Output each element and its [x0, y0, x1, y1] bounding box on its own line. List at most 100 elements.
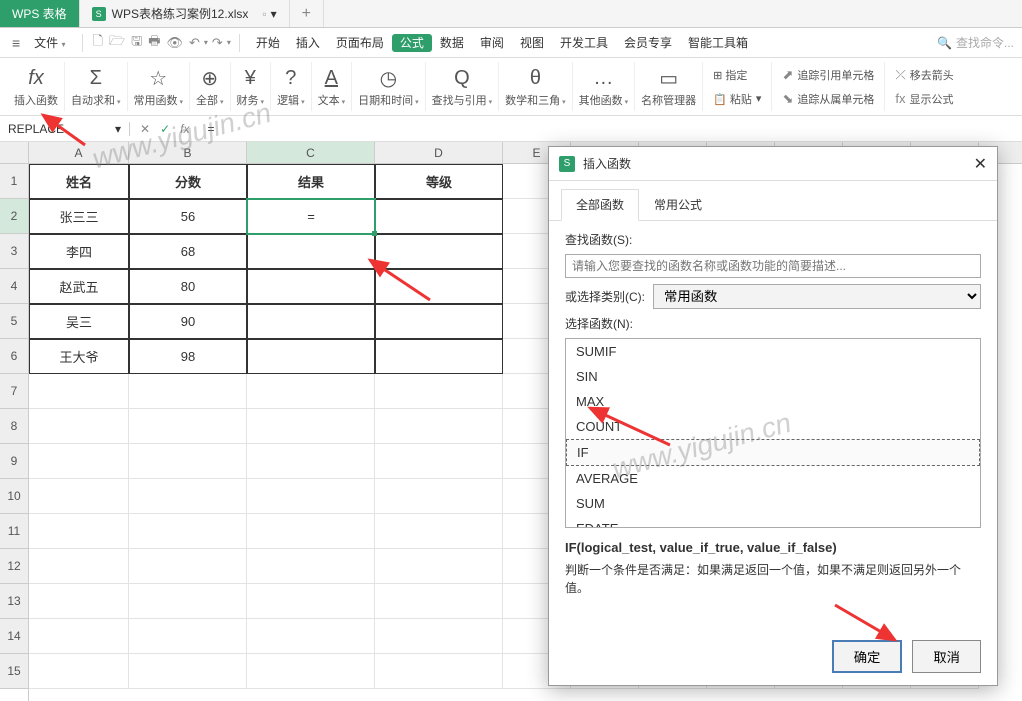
cell-B1[interactable]: 分数 [129, 164, 247, 199]
cell-C3[interactable] [247, 234, 375, 269]
cell-A7[interactable] [29, 374, 129, 409]
cell-D6[interactable] [375, 339, 503, 374]
cell-C6[interactable] [247, 339, 375, 374]
ribbon-assign[interactable]: ⊞ 指定 [709, 65, 765, 85]
menu-会员专享[interactable]: 会员专享 [616, 36, 680, 50]
function-item-SUMIF[interactable]: SUMIF [566, 339, 980, 364]
cell-C9[interactable] [247, 444, 375, 479]
function-item-MAX[interactable]: MAX [566, 389, 980, 414]
cell-D11[interactable] [375, 514, 503, 549]
row-header-12[interactable]: 12 [0, 549, 28, 584]
cell-B6[interactable]: 98 [129, 339, 247, 374]
ribbon-remove-arrows[interactable]: ⤫移去箭头 [891, 65, 957, 85]
ribbon-text[interactable]: A文本▾ [312, 62, 353, 111]
cell-B3[interactable]: 68 [129, 234, 247, 269]
cell-A13[interactable] [29, 584, 129, 619]
ribbon-trace-dependents[interactable]: ⬊追踪从属单元格 [778, 89, 878, 109]
undo-icon[interactable]: ↶ [187, 35, 202, 51]
ribbon-math[interactable]: θ数学和三角▾ [499, 62, 573, 111]
cell-D15[interactable] [375, 654, 503, 689]
save-icon[interactable]: 🖫 [129, 32, 144, 54]
cell-D10[interactable] [375, 479, 503, 514]
open-icon[interactable]: 🗁 [107, 32, 127, 54]
row-header-1[interactable]: 1 [0, 164, 28, 199]
menu-页面布局[interactable]: 页面布局 [328, 36, 392, 50]
chevron-down-icon[interactable]: ▾ [115, 122, 121, 136]
redo-icon[interactable]: ↷ [210, 35, 225, 51]
function-item-SIN[interactable]: SIN [566, 364, 980, 389]
cell-D13[interactable] [375, 584, 503, 619]
cell-C5[interactable] [247, 304, 375, 339]
cell-A14[interactable] [29, 619, 129, 654]
ribbon-all[interactable]: ⊕全部▾ [190, 62, 231, 111]
row-header-4[interactable]: 4 [0, 269, 28, 304]
function-item-EDATE[interactable]: EDATE [566, 516, 980, 528]
name-box[interactable]: REPLACE ▾ [0, 122, 130, 136]
tab-document[interactable]: S WPS表格练习案例12.xlsx ▫ ▾ [80, 0, 290, 27]
menu-开发工具[interactable]: 开发工具 [552, 36, 616, 50]
cell-D14[interactable] [375, 619, 503, 654]
dialog-tab-common[interactable]: 常用公式 [639, 189, 717, 220]
cell-D3[interactable] [375, 234, 503, 269]
col-header-C[interactable]: C [247, 142, 375, 163]
ribbon-common-fn[interactable]: ☆常用函数▾ [128, 62, 191, 111]
function-item-COUNT[interactable]: COUNT [566, 414, 980, 439]
cell-A4[interactable]: 赵武五 [29, 269, 129, 304]
cell-C14[interactable] [247, 619, 375, 654]
cell-C13[interactable] [247, 584, 375, 619]
function-list[interactable]: SUMIFSINMAXCOUNTIFAVERAGESUMEDATE [565, 338, 981, 528]
ribbon-autosum[interactable]: Σ自动求和▾ [65, 62, 128, 111]
print-icon[interactable]: 🖶 [146, 32, 162, 54]
cell-A15[interactable] [29, 654, 129, 689]
col-header-D[interactable]: D [375, 142, 503, 163]
cell-B13[interactable] [129, 584, 247, 619]
ribbon-name-manager[interactable]: ▭名称管理器 [635, 62, 703, 111]
cell-D2[interactable] [375, 199, 503, 234]
menu-开始[interactable]: 开始 [248, 36, 288, 50]
cancel-formula-icon[interactable]: ✕ [140, 122, 150, 136]
new-icon[interactable]: 🗋 [91, 32, 105, 54]
cell-B4[interactable]: 80 [129, 269, 247, 304]
cell-B10[interactable] [129, 479, 247, 514]
cell-B9[interactable] [129, 444, 247, 479]
cell-A1[interactable]: 姓名 [29, 164, 129, 199]
tab-add[interactable]: + [290, 0, 324, 27]
cell-C4[interactable] [247, 269, 375, 304]
cell-C2[interactable]: = [247, 199, 375, 234]
row-header-8[interactable]: 8 [0, 409, 28, 444]
menu-视图[interactable]: 视图 [512, 36, 552, 50]
row-header-5[interactable]: 5 [0, 304, 28, 339]
ribbon-datetime[interactable]: ◷日期和时间▾ [352, 62, 426, 111]
cell-B14[interactable] [129, 619, 247, 654]
chevron-down-icon[interactable]: ▾ [271, 7, 277, 21]
cell-C10[interactable] [247, 479, 375, 514]
cell-A11[interactable] [29, 514, 129, 549]
close-icon[interactable]: ✕ [974, 154, 987, 174]
cell-A12[interactable] [29, 549, 129, 584]
cell-A5[interactable]: 吴三 [29, 304, 129, 339]
ribbon-show-formulas[interactable]: fx显示公式 [891, 89, 957, 109]
cell-C15[interactable] [247, 654, 375, 689]
cell-B2[interactable]: 56 [129, 199, 247, 234]
menu-公式[interactable]: 公式 [392, 34, 432, 52]
preview-icon[interactable]: 👁 [164, 35, 185, 51]
cell-B7[interactable] [129, 374, 247, 409]
cell-C11[interactable] [247, 514, 375, 549]
cell-C8[interactable] [247, 409, 375, 444]
col-header-A[interactable]: A [29, 142, 129, 163]
cell-D8[interactable] [375, 409, 503, 444]
row-header-14[interactable]: 14 [0, 619, 28, 654]
cell-B5[interactable]: 90 [129, 304, 247, 339]
tab-options-icon[interactable]: ▫ [262, 7, 266, 21]
cell-D5[interactable] [375, 304, 503, 339]
ribbon-financial[interactable]: ¥财务▾ [231, 62, 272, 111]
ribbon-insert-function[interactable]: fx插入函数 [8, 62, 65, 111]
cell-B15[interactable] [129, 654, 247, 689]
row-header-7[interactable]: 7 [0, 374, 28, 409]
cell-C7[interactable] [247, 374, 375, 409]
row-header-9[interactable]: 9 [0, 444, 28, 479]
menu-智能工具箱[interactable]: 智能工具箱 [680, 36, 756, 50]
row-header-2[interactable]: 2 [0, 199, 28, 234]
cell-D4[interactable] [375, 269, 503, 304]
row-header-11[interactable]: 11 [0, 514, 28, 549]
